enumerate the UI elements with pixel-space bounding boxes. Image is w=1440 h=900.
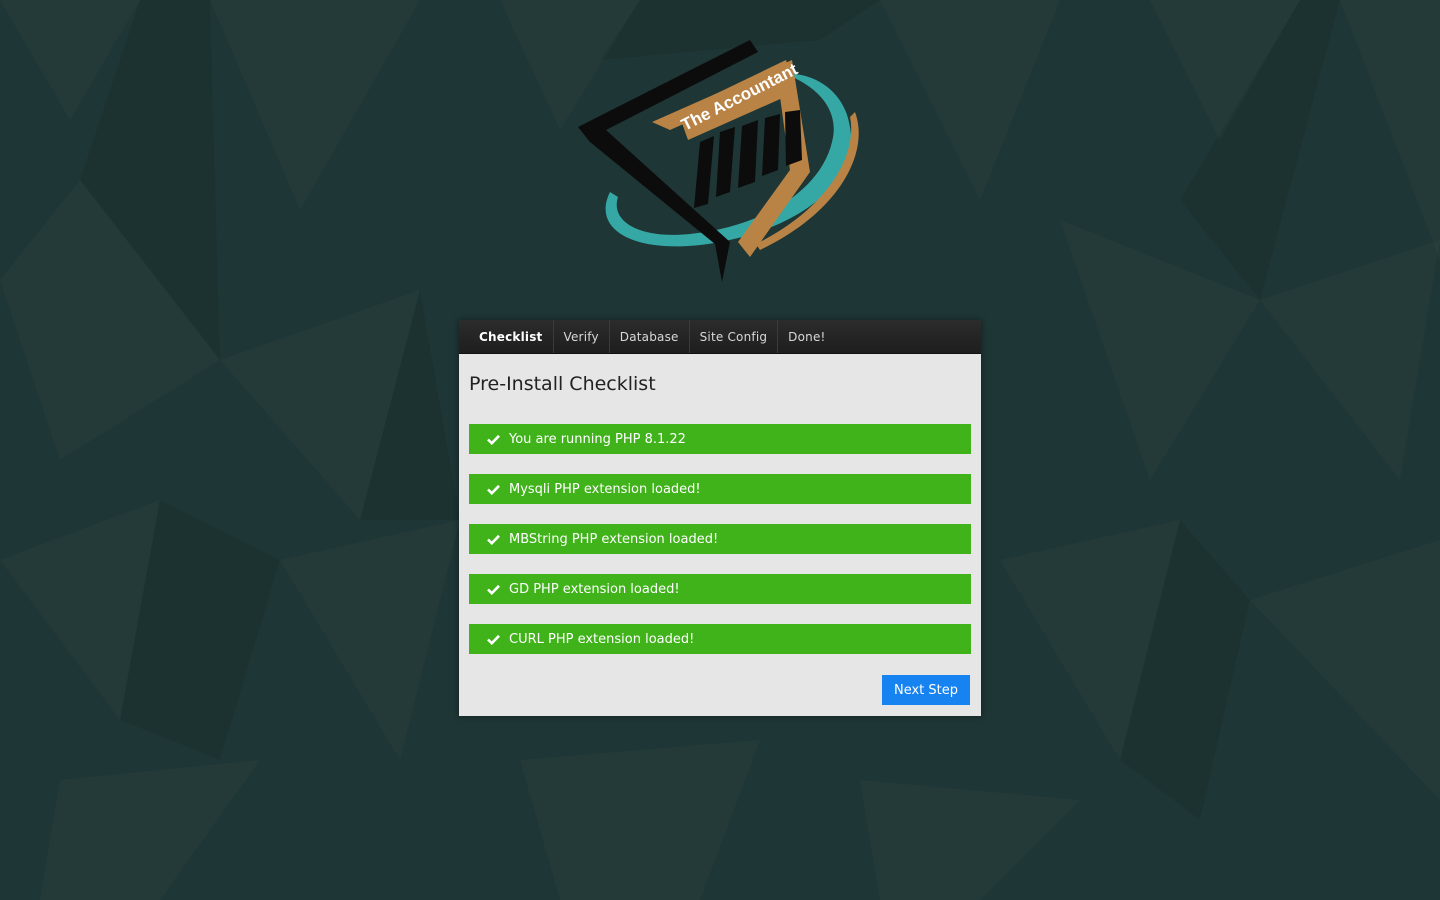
check-item-mysqli: Mysqli PHP extension loaded! bbox=[469, 474, 971, 504]
check-icon bbox=[485, 431, 501, 447]
check-item-curl: CURL PHP extension loaded! bbox=[469, 624, 971, 654]
check-icon bbox=[485, 481, 501, 497]
tab-checklist[interactable]: Checklist bbox=[469, 320, 554, 353]
tab-site-config[interactable]: Site Config bbox=[690, 320, 779, 353]
check-list: You are running PHP 8.1.22 Mysqli PHP ex… bbox=[469, 424, 971, 654]
check-icon bbox=[485, 581, 501, 597]
installer-panel: Checklist Verify Database Site Config Do… bbox=[459, 320, 981, 716]
check-item-label: You are running PHP 8.1.22 bbox=[509, 431, 686, 447]
panel-content: Pre-Install Checklist You are running PH… bbox=[459, 354, 981, 654]
check-item-label: CURL PHP extension loaded! bbox=[509, 631, 695, 647]
tab-done[interactable]: Done! bbox=[778, 320, 835, 353]
check-icon bbox=[485, 531, 501, 547]
check-item-mbstring: MBString PHP extension loaded! bbox=[469, 524, 971, 554]
logo: The Accountant bbox=[570, 32, 870, 292]
check-item-label: MBString PHP extension loaded! bbox=[509, 531, 719, 547]
check-item-label: GD PHP extension loaded! bbox=[509, 581, 680, 597]
check-icon bbox=[485, 631, 501, 647]
check-item-php-version: You are running PHP 8.1.22 bbox=[469, 424, 971, 454]
step-tabs: Checklist Verify Database Site Config Do… bbox=[459, 320, 981, 354]
check-item-label: Mysqli PHP extension loaded! bbox=[509, 481, 701, 497]
tab-database[interactable]: Database bbox=[610, 320, 690, 353]
check-item-gd: GD PHP extension loaded! bbox=[469, 574, 971, 604]
tab-verify[interactable]: Verify bbox=[554, 320, 610, 353]
next-step-button[interactable]: Next Step bbox=[881, 675, 970, 705]
page-title: Pre-Install Checklist bbox=[469, 373, 656, 395]
